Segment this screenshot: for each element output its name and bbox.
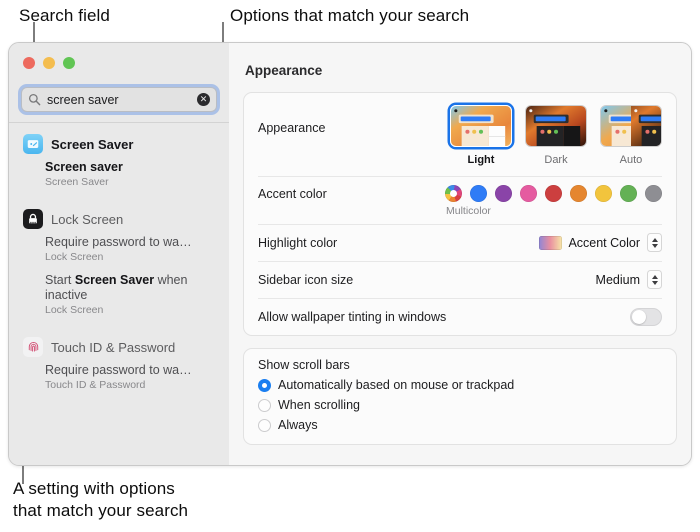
row-sidebar-icon-size: Sidebar icon size Medium [244, 261, 676, 298]
search-field-container: screen saver ✕ [9, 69, 229, 112]
accent-swatch-multicolor[interactable] [445, 185, 462, 202]
touch-id-icon [23, 337, 43, 357]
accent-swatch-pink[interactable] [520, 185, 537, 202]
radio-button[interactable] [258, 399, 271, 412]
appearance-settings-card: Appearance [243, 92, 677, 336]
search-result-subtitle: Screen Saver [45, 175, 217, 189]
scroll-bars-card: Show scroll bars Automatically based on … [243, 348, 677, 445]
radio-button[interactable] [258, 379, 271, 392]
search-result-item[interactable]: Screen saver Screen Saver [9, 158, 229, 196]
chevron-updown-icon[interactable] [647, 233, 662, 252]
search-result-title: Start Screen Saver when inactive [45, 273, 217, 303]
search-field[interactable]: screen saver ✕ [21, 87, 217, 112]
system-settings-window: screen saver ✕ Sc [8, 42, 692, 466]
annotation-setting-options-line1: A setting with options [13, 478, 175, 499]
search-result-subtitle: Lock Screen [45, 250, 217, 264]
sidebar-item-touch-id-password[interactable]: Touch ID & Password [9, 332, 229, 361]
sidebar-icon-size-label: Sidebar icon size [258, 273, 596, 287]
radio-label: Always [278, 418, 318, 432]
theme-label-auto: Auto [600, 154, 662, 166]
accent-swatch-purple[interactable] [495, 185, 512, 202]
sidebar-icon-size-popup[interactable]: Medium [596, 270, 662, 289]
accent-color-label: Accent color [258, 185, 445, 201]
theme-option-light[interactable]: Light [450, 105, 512, 166]
search-input[interactable]: screen saver [47, 93, 197, 107]
radio-label: When scrolling [278, 398, 360, 412]
highlight-color-label: Highlight color [258, 236, 539, 250]
close-button[interactable] [23, 57, 35, 69]
radio-label: Automatically based on mouse or trackpad [278, 378, 514, 392]
theme-label-light: Light [450, 154, 512, 166]
search-result-title: Require password to wa… [45, 363, 217, 378]
search-icon [28, 93, 41, 106]
wallpaper-tinting-toggle[interactable] [630, 308, 662, 326]
search-result-title: Screen saver [45, 160, 217, 175]
annotation-setting-options-line2: that match your search [13, 500, 188, 521]
sidebar-item-lock-screen[interactable]: Lock Screen [9, 204, 229, 233]
appearance-label: Appearance [258, 105, 450, 135]
accent-swatch-yellow[interactable] [595, 185, 612, 202]
theme-option-dark[interactable]: Dark [525, 105, 587, 166]
accent-swatch-list [445, 185, 662, 202]
search-result-item[interactable]: Start Screen Saver when inactive Lock Sc… [9, 271, 229, 323]
search-result-group: Screen Saver Screen saver Screen Saver [9, 129, 229, 196]
accent-swatch-orange[interactable] [570, 185, 587, 202]
radio-option-always[interactable]: Always [258, 415, 662, 435]
settings-detail-pane: Appearance Appearance [229, 43, 691, 465]
theme-thumbnail-dark [525, 105, 587, 147]
highlight-color-popup[interactable]: Accent Color [539, 233, 662, 252]
sidebar-item-screen-saver[interactable]: Screen Saver [9, 129, 229, 158]
sidebar-group-label: Screen Saver [51, 137, 133, 152]
radio-option-when-scrolling[interactable]: When scrolling [258, 395, 662, 415]
accent-color-picker: Multicolor [445, 185, 662, 217]
scroll-bars-title: Show scroll bars [258, 358, 662, 372]
search-result-title: Require password to wa… [45, 235, 217, 250]
row-wallpaper-tinting: Allow wallpaper tinting in windows [244, 298, 676, 335]
accent-swatch-green[interactable] [620, 185, 637, 202]
search-result-item[interactable]: Require password to wa… Lock Screen [9, 233, 229, 271]
toggle-knob [632, 310, 646, 324]
radio-button[interactable] [258, 419, 271, 432]
highlight-color-swatch [539, 236, 562, 250]
search-result-item[interactable]: Require password to wa… Touch ID & Passw… [9, 361, 229, 399]
lock-screen-icon [23, 209, 43, 229]
window-controls [9, 43, 229, 69]
wallpaper-tinting-label: Allow wallpaper tinting in windows [258, 310, 630, 324]
search-result-group: Lock Screen Require password to wa… Lock… [9, 204, 229, 323]
search-result-subtitle: Lock Screen [45, 303, 217, 317]
appearance-theme-options: Light [450, 105, 662, 166]
sidebar: screen saver ✕ Sc [9, 43, 229, 465]
theme-option-auto[interactable]: Auto [600, 105, 662, 166]
sidebar-group-label: Lock Screen [51, 212, 123, 227]
radio-option-automatic[interactable]: Automatically based on mouse or trackpad [258, 375, 662, 395]
row-accent-color: Accent color Mul [244, 176, 676, 224]
search-result-group: Touch ID & Password Require password to … [9, 332, 229, 399]
accent-swatch-red[interactable] [545, 185, 562, 202]
result-match-text: Screen Saver [75, 273, 154, 287]
accent-swatch-blue[interactable] [470, 185, 487, 202]
chevron-updown-icon[interactable] [647, 270, 662, 289]
screen-saver-icon [23, 134, 43, 154]
zoom-button[interactable] [63, 57, 75, 69]
result-prefix-text: Start [45, 273, 75, 287]
highlight-color-value: Accent Color [568, 236, 640, 250]
result-match-text: Screen saver [45, 160, 123, 174]
search-results-list: Screen Saver Screen saver Screen Saver [9, 122, 229, 399]
row-appearance: Appearance [244, 93, 676, 176]
minimize-button[interactable] [43, 57, 55, 69]
annotation-options-match: Options that match your search [230, 5, 469, 26]
accent-color-caption: Multicolor [446, 205, 491, 217]
clear-search-icon[interactable]: ✕ [197, 93, 210, 106]
theme-label-dark: Dark [525, 154, 587, 166]
sidebar-icon-size-value: Medium [596, 273, 640, 287]
sidebar-group-label: Touch ID & Password [51, 340, 175, 355]
theme-thumbnail-light [450, 105, 512, 147]
search-result-subtitle: Touch ID & Password [45, 378, 217, 392]
accent-swatch-graphite[interactable] [645, 185, 662, 202]
row-highlight-color: Highlight color Accent Color [244, 224, 676, 261]
screenshot-root: Search field Options that match your sea… [0, 0, 700, 532]
page-title: Appearance [243, 43, 677, 92]
theme-thumbnail-auto [600, 105, 662, 147]
